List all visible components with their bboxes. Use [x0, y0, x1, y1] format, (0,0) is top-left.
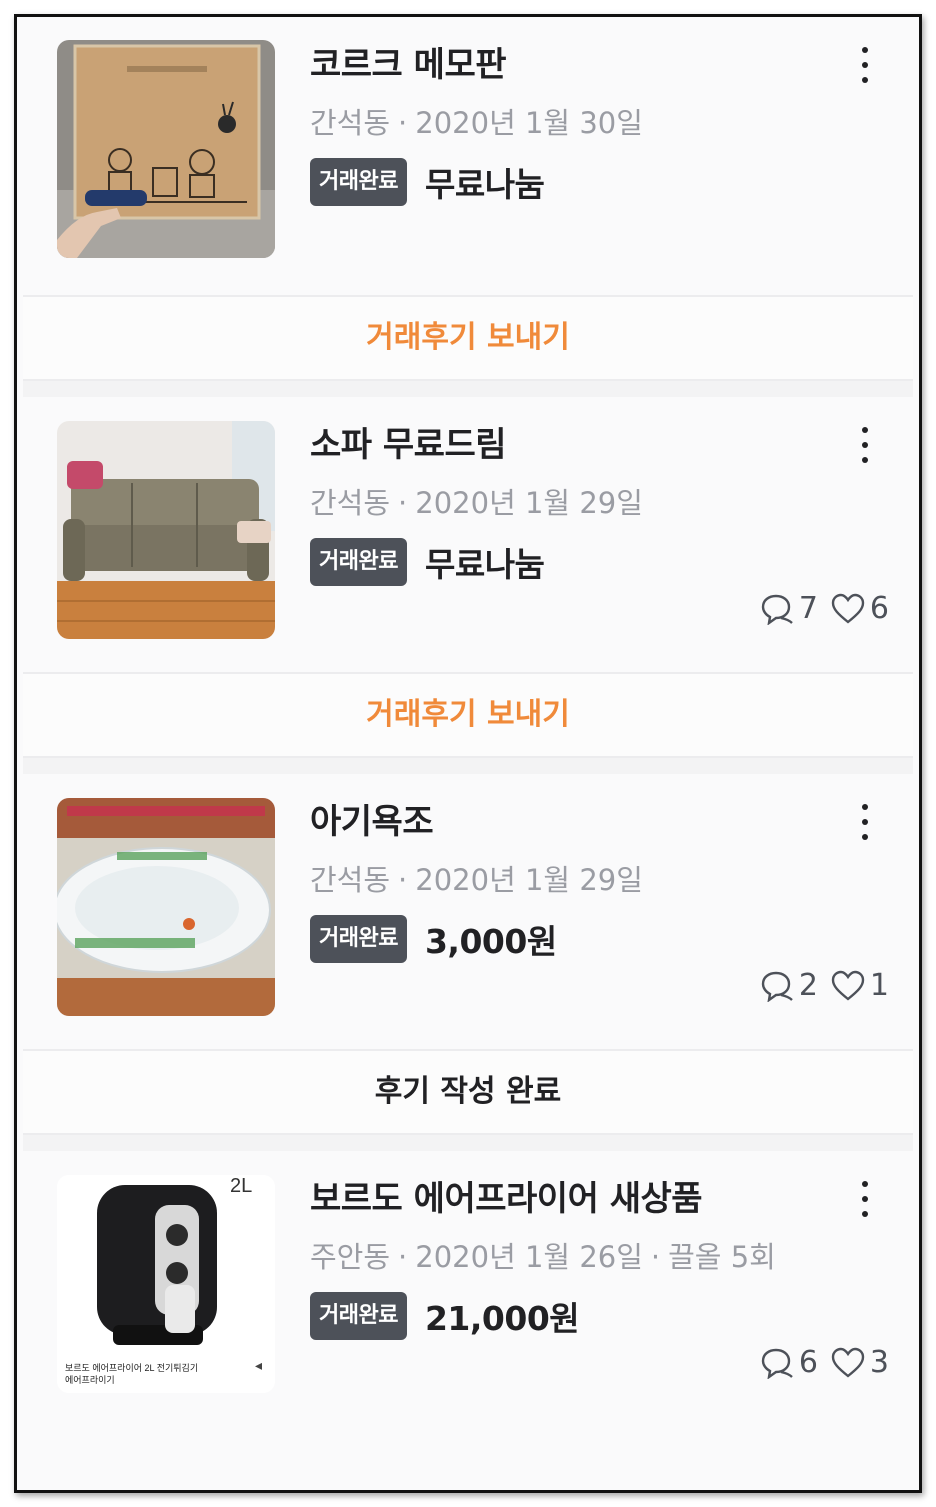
chat-count-value: 6 [798, 1345, 818, 1380]
section-divider [23, 758, 913, 774]
item-price: 21,000원 [424, 1299, 580, 1338]
item-meta: 주안동 · 2020년 1월 26일 · 끌올 5회 [310, 1237, 870, 1277]
chat-bubbles-icon [761, 971, 793, 1002]
bump-count: 끌올 5회 [668, 1240, 776, 1274]
more-vertical-icon[interactable] [859, 47, 871, 83]
item-price: 무료나눔 [424, 165, 545, 204]
item-location: 간석동 [310, 106, 391, 140]
price-row: 거래완료 무료나눔 [310, 537, 870, 587]
list-item[interactable]: 소파 무료드림 간석동 · 2020년 1월 29일 거래완료 무료나눔 7 6 [23, 397, 913, 672]
item-date: 2020년 1월 29일 [415, 486, 643, 520]
chat-count-value: 7 [798, 591, 818, 626]
item-thumbnail[interactable]: 2L 보르도 에어프라이어 2L 전기튀김기 에어프라이기 ◂ [57, 1175, 275, 1393]
price-row: 거래완료 21,000원 [310, 1291, 870, 1341]
price-row: 거래완료 3,000원 [310, 914, 870, 964]
chat-count: 7 [759, 591, 818, 626]
item-location: 간석동 [310, 863, 391, 897]
meta-separator: · [398, 486, 408, 520]
item-price: 3,000원 [424, 922, 557, 961]
item-price: 무료나눔 [424, 545, 545, 584]
item-stats: 6 3 [747, 1345, 889, 1380]
heart-icon [831, 1347, 865, 1378]
item-meta: 간석동 · 2020년 1월 29일 [310, 860, 870, 900]
meta-separator: · [398, 106, 408, 140]
chat-bubbles-icon [761, 594, 793, 625]
item-title[interactable]: 아기욕조 [310, 798, 870, 846]
review-completed-label: 후기 작성 완료 [23, 1049, 913, 1135]
send-review-button[interactable]: 거래후기 보내기 [23, 672, 913, 758]
item-title[interactable]: 코르크 메모판 [310, 41, 870, 89]
like-count: 1 [830, 968, 889, 1003]
like-count-value: 3 [869, 1345, 889, 1380]
item-date: 2020년 1월 30일 [415, 106, 643, 140]
item-stats: 7 6 [747, 591, 889, 626]
list-item[interactable]: 코르크 메모판 간석동 · 2020년 1월 30일 거래완료 무료나눔 [23, 17, 913, 295]
like-count-value: 6 [869, 591, 889, 626]
item-thumbnail[interactable] [57, 40, 275, 258]
heart-icon [831, 970, 865, 1001]
item-date: 2020년 1월 29일 [415, 863, 643, 897]
meta-separator: · [398, 1240, 408, 1274]
sofa-image [57, 421, 275, 639]
more-vertical-icon[interactable] [859, 427, 871, 463]
baby-bathtub-image [57, 798, 275, 1016]
cork-board-image [57, 40, 275, 258]
send-review-button[interactable]: 거래후기 보내기 [23, 295, 913, 381]
more-vertical-icon[interactable] [859, 804, 871, 840]
item-info: 보르도 에어프라이어 새상품 주안동 · 2020년 1월 26일 · 끌올 5회 거래… [310, 1175, 870, 1341]
chat-count: 2 [759, 968, 818, 1003]
more-vertical-icon[interactable] [859, 1181, 871, 1217]
list-item[interactable]: 아기욕조 간석동 · 2020년 1월 29일 거래완료 3,000원 2 1 [23, 774, 913, 1049]
price-row: 거래완료 무료나눔 [310, 157, 870, 207]
chat-count: 6 [759, 1345, 818, 1380]
item-title[interactable]: 소파 무료드림 [310, 421, 870, 469]
meta-separator: · [650, 1240, 661, 1274]
image-caption-line2: 에어프라이기 [65, 1375, 115, 1385]
like-count: 6 [830, 591, 889, 626]
item-info: 소파 무료드림 간석동 · 2020년 1월 29일 거래완료 무료나눔 [310, 421, 870, 587]
list-item[interactable]: 2L 보르도 에어프라이어 2L 전기튀김기 에어프라이기 ◂ 보르도 에어프라… [23, 1151, 913, 1426]
status-badge: 거래완료 [310, 915, 407, 963]
like-count-value: 1 [869, 968, 889, 1003]
item-meta: 간석동 · 2020년 1월 29일 [310, 483, 870, 523]
status-badge: 거래완료 [310, 538, 407, 586]
meta-separator: · [398, 863, 408, 897]
like-count: 3 [830, 1345, 889, 1380]
item-location: 주안동 [310, 1240, 391, 1274]
section-divider [23, 1135, 913, 1151]
capacity-label: 2L [230, 1175, 253, 1197]
heart-icon [831, 593, 865, 624]
item-location: 간석동 [310, 486, 391, 520]
item-date: 2020년 1월 26일 [415, 1240, 643, 1274]
item-thumbnail[interactable] [57, 798, 275, 1016]
status-badge: 거래완료 [310, 1292, 407, 1340]
chat-count-value: 2 [798, 968, 818, 1003]
item-stats: 2 1 [747, 968, 889, 1003]
item-info: 코르크 메모판 간석동 · 2020년 1월 30일 거래완료 무료나눔 [310, 41, 870, 207]
item-meta: 간석동 · 2020년 1월 30일 [310, 103, 870, 143]
section-divider [23, 381, 913, 397]
sales-history-list: 코르크 메모판 간석동 · 2020년 1월 30일 거래완료 무료나눔 거래후기 … [23, 17, 913, 1426]
item-thumbnail[interactable] [57, 421, 275, 639]
item-title[interactable]: 보르도 에어프라이어 새상품 [310, 1175, 870, 1223]
status-badge: 거래완료 [310, 158, 407, 206]
chat-bubbles-icon [761, 1348, 793, 1379]
item-info: 아기욕조 간석동 · 2020년 1월 29일 거래완료 3,000원 [310, 798, 870, 964]
share-icon: ◂ [255, 1358, 263, 1374]
screenshot-frame: 코르크 메모판 간석동 · 2020년 1월 30일 거래완료 무료나눔 거래후기 … [14, 14, 922, 1493]
